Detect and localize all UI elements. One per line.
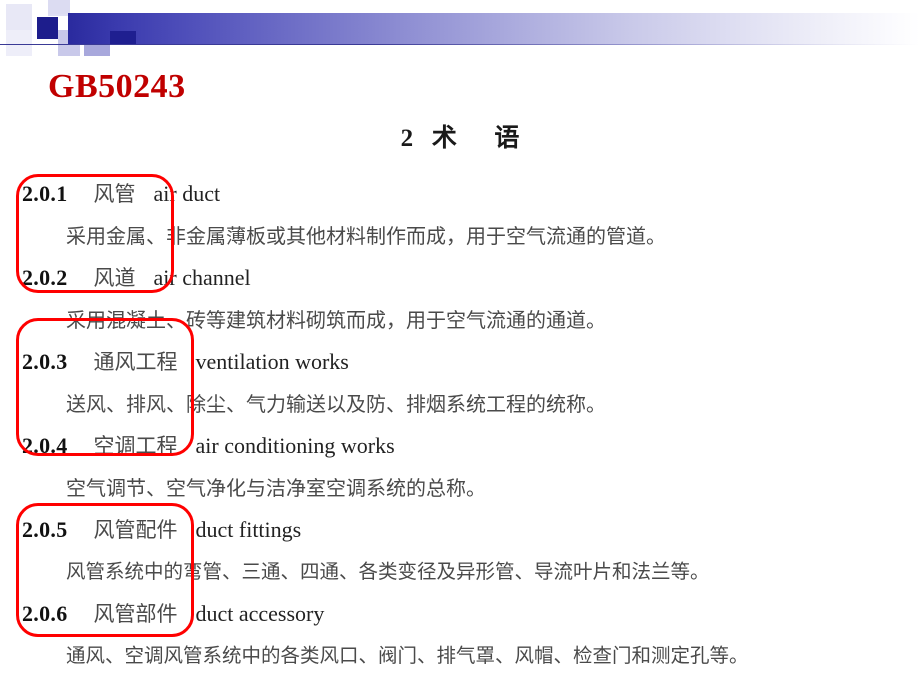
- term-entry-header: 2.0.1 风管 air duct: [0, 173, 920, 215]
- term-english: air channel: [153, 265, 251, 290]
- term-definition: 空气调节、空气净化与洁净室空调系统的总称。: [66, 476, 486, 500]
- term-english: air conditioning works: [195, 433, 395, 458]
- deco-square: [6, 4, 32, 30]
- term-english: duct accessory: [195, 601, 325, 626]
- term-entry-header: 2.0.3 通风工程 ventilation works: [0, 341, 920, 383]
- term-number: 2.0.5: [22, 517, 68, 542]
- term-number: 2.0.6: [22, 601, 68, 626]
- term-entry-header: 2.0.4 空调工程 air conditioning works: [0, 425, 920, 467]
- term-definition: 通风、空调风管系统中的各类风口、阀门、排气罩、风帽、检查门和测定孔等。: [66, 644, 749, 667]
- term-english: air duct: [153, 181, 221, 206]
- term-entry-header: 2.0.2 风道 air channel: [0, 257, 920, 299]
- term-chinese: 风管部件: [93, 602, 178, 626]
- terms-list: 2.0.1 风管 air duct 采用金属、非金属薄板或其他材料制作而成，用于空气…: [0, 173, 920, 677]
- term-definition: 采用金属、非金属薄板或其他材料制作而成，用于空气流通的管道。: [66, 224, 666, 248]
- term-number: 2.0.3: [22, 349, 68, 374]
- term-definition: 送风、排风、除尘、气力输送以及防、排烟系统工程的统称。: [66, 392, 606, 416]
- header-rule: [0, 44, 920, 45]
- term-number: 2.0.4: [22, 433, 68, 458]
- section-heading: 2 术 语: [400, 125, 520, 152]
- deco-square-navy: [37, 17, 58, 39]
- deco-square: [48, 0, 70, 14]
- term-chinese: 风管: [93, 182, 136, 206]
- term-number: 2.0.2: [22, 265, 68, 290]
- term-chinese: 通风工程: [93, 350, 178, 374]
- term-definition: 采用混凝土、砖等建筑材料砌筑而成，用于空气流通的通道。: [66, 308, 606, 332]
- term-chinese: 风道: [93, 266, 136, 290]
- term-number: 2.0.1: [22, 181, 68, 206]
- term-english: ventilation works: [195, 349, 349, 374]
- slide-canvas: GB50243 2 术 语 2.0.1 风管 air duct 采用金属、非金属薄板…: [0, 0, 920, 690]
- term-english: duct fittings: [195, 517, 302, 542]
- term-entry-header: 2.0.6 风管部件 duct accessory: [0, 593, 920, 635]
- header-gradient-band: [68, 13, 920, 44]
- deco-square-navy: [110, 31, 136, 44]
- term-entry-header: 2.0.5 风管配件 duct fittings: [0, 509, 920, 551]
- term-chinese: 空调工程: [93, 434, 178, 458]
- deco-square: [6, 30, 32, 56]
- page-title: GB50243: [48, 68, 186, 105]
- term-chinese: 风管配件: [93, 518, 178, 542]
- term-definition: 风管系统中的弯管、三通、四通、各类变径及异形管、导流叶片和法兰等。: [66, 560, 710, 583]
